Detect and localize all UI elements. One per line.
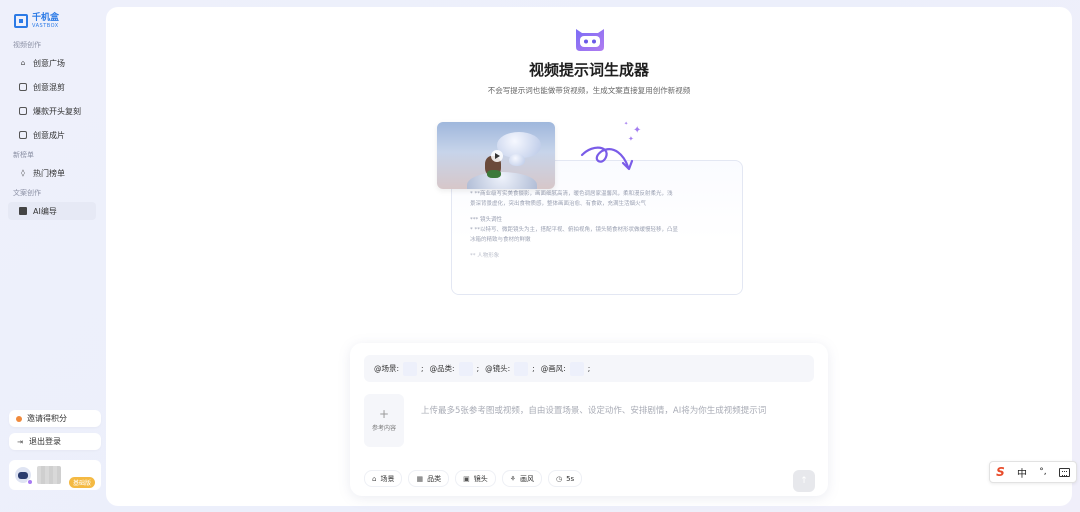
sidebar-item-label: 创意广场 bbox=[33, 58, 65, 68]
tag-slot[interactable] bbox=[403, 361, 418, 376]
sidebar-item-label: 创意混剪 bbox=[33, 82, 65, 92]
sidebar-item-creative-square[interactable]: ⌂ 创意广场 bbox=[8, 54, 96, 72]
ime-logo-icon[interactable]: S bbox=[996, 465, 1005, 479]
tag-category[interactable]: @品类:; bbox=[430, 361, 479, 376]
style-icon: ⚘ bbox=[509, 474, 516, 483]
section-title-video: 视频创作 bbox=[13, 41, 41, 49]
sidebar-item-label: 热门榜单 bbox=[33, 168, 65, 178]
brand-logo[interactable]: 千机盒 VASTBOX bbox=[14, 10, 96, 32]
composer-toolbar: ⌂ 场景 ▦ 品类 ▣ 镜头 ⚘ 画风 ◷ 5s bbox=[364, 470, 583, 487]
send-button[interactable]: ↑ bbox=[793, 470, 815, 492]
sparkle-icon: ✦ bbox=[633, 125, 642, 136]
category-button[interactable]: ▦ 品类 bbox=[408, 470, 450, 487]
sample-prompt-line: * **商业级写实美食摄影，画面细腻高清，暖色调居家温馨风，柔和漫反射柔光，浅 bbox=[470, 191, 673, 197]
tag-scene[interactable]: @场景:; bbox=[374, 361, 424, 376]
brand-name-en: VASTBOX bbox=[32, 22, 59, 29]
scene-button[interactable]: ⌂ 场景 bbox=[364, 470, 403, 487]
sidebar-item-ai-director[interactable]: AI编导 bbox=[8, 202, 96, 220]
page-subtitle: 不会写提示词也能做带货视频，生成文案直接复用创作新视频 bbox=[487, 86, 691, 95]
plus-icon: + bbox=[378, 407, 390, 421]
tag-slot[interactable] bbox=[458, 361, 473, 376]
tag-slot[interactable] bbox=[569, 361, 584, 376]
avatar-badge-icon bbox=[27, 479, 33, 485]
sidebar-item-hit-opening[interactable]: 爆款开头复刻 bbox=[8, 102, 96, 120]
tag-bar: @场景:; @品类:; @镜头:; @画风:; bbox=[364, 355, 814, 382]
logout-button[interactable]: ⇥ 退出登录 bbox=[9, 433, 101, 450]
style-button[interactable]: ⚘ 画风 bbox=[501, 470, 542, 487]
sample-prompt-line: ** 人物形象 bbox=[470, 253, 500, 259]
ai-director-icon bbox=[19, 207, 27, 215]
sample-video-thumbnail bbox=[437, 122, 555, 189]
category-icon: ▦ bbox=[416, 474, 424, 483]
camera-icon: ▣ bbox=[463, 474, 470, 483]
duration-icon: ◷ bbox=[555, 474, 563, 483]
sidebar-item-creative-mix[interactable]: 创意混剪 bbox=[8, 78, 96, 96]
sidebar-item-label: AI编导 bbox=[33, 206, 57, 216]
clip-icon bbox=[19, 131, 27, 139]
sparkle-icon: ✦ bbox=[624, 121, 629, 127]
play-icon bbox=[491, 150, 503, 162]
prompt-input[interactable]: 上传最多5张参考图或视频，自由设置场景、设定动作、安排剧情，AI将为你生成视频提… bbox=[421, 404, 766, 416]
tag-slot[interactable] bbox=[514, 361, 529, 376]
brand-name: 千机盒 bbox=[32, 12, 60, 23]
section-title-copywriting: 文案创作 bbox=[13, 189, 41, 197]
ime-toolbar: S 中 °, bbox=[989, 461, 1077, 483]
user-card[interactable]: 基础版 bbox=[9, 460, 101, 490]
sample-prompt-line: 景深背景虚化，突出食物质感，整体画面治愈、有食欲，充满生活烟火气 bbox=[470, 201, 647, 207]
camera-button[interactable]: ▣ 镜头 bbox=[455, 470, 496, 487]
ime-punctuation-toggle[interactable]: °, bbox=[1039, 467, 1046, 477]
section-title-ranking: 新榜单 bbox=[13, 151, 34, 159]
points-icon bbox=[16, 415, 22, 422]
arrow-squiggle-icon bbox=[580, 146, 634, 171]
logout-icon: ⇥ bbox=[17, 437, 23, 446]
sidebar-item-creative-film[interactable]: 创意成片 bbox=[8, 126, 96, 144]
sparkle-icon: ✦ bbox=[628, 135, 634, 143]
sample-prompt-line: *** 镜头调性 bbox=[470, 217, 502, 223]
prompt-composer: @场景:; @品类:; @镜头:; @画风:; + 参考内容 上传最多5张参考图… bbox=[350, 343, 828, 496]
avatar bbox=[15, 467, 33, 485]
main-panel: 视频提示词生成器 不会写提示词也能做带货视频，生成文案直接复用创作新视频 * *… bbox=[106, 7, 1072, 506]
copy-icon bbox=[19, 107, 27, 115]
sidebar: 千机盒 VASTBOX 视频创作 ⌂ 创意广场 创意混剪 爆款开头复刻 创意成片… bbox=[0, 0, 104, 512]
sidebar-item-label: 爆款开头复刻 bbox=[33, 106, 81, 116]
upload-label: 参考内容 bbox=[371, 425, 396, 432]
fire-icon: ◊ bbox=[21, 169, 25, 177]
sidebar-item-hot-list[interactable]: ◊ 热门榜单 bbox=[8, 164, 96, 182]
scene-icon: ⌂ bbox=[372, 474, 377, 483]
brand-logo-icon bbox=[14, 14, 28, 28]
arrow-up-icon: ↑ bbox=[800, 476, 808, 486]
keyboard-icon[interactable] bbox=[1058, 467, 1070, 477]
user-name-redacted bbox=[37, 466, 61, 484]
reference-upload-button[interactable]: + 参考内容 bbox=[364, 394, 404, 447]
tag-camera[interactable]: @镜头:; bbox=[485, 361, 535, 376]
plan-badge: 基础版 bbox=[68, 476, 95, 488]
ai-robot-icon bbox=[576, 29, 604, 51]
tag-style[interactable]: @画风:; bbox=[541, 361, 590, 376]
sidebar-item-label: 创意成片 bbox=[33, 130, 65, 140]
home-icon: ⌂ bbox=[20, 59, 26, 67]
sample-prompt-line: 冰箱的精致与食材的鲜嫩 bbox=[470, 237, 531, 243]
duration-button[interactable]: ◷ 5s bbox=[547, 470, 583, 487]
sample-prompt-line: * **以特写、微距镜头为主，搭配平视、俯拍视角，镜头随食材形状做缓慢轻移，凸显 bbox=[470, 227, 679, 233]
page-title: 视频提示词生成器 bbox=[528, 61, 649, 79]
film-icon bbox=[19, 83, 27, 91]
invite-button[interactable]: 邀请得积分 bbox=[9, 410, 101, 427]
ime-language-toggle[interactable]: 中 bbox=[1017, 465, 1027, 480]
